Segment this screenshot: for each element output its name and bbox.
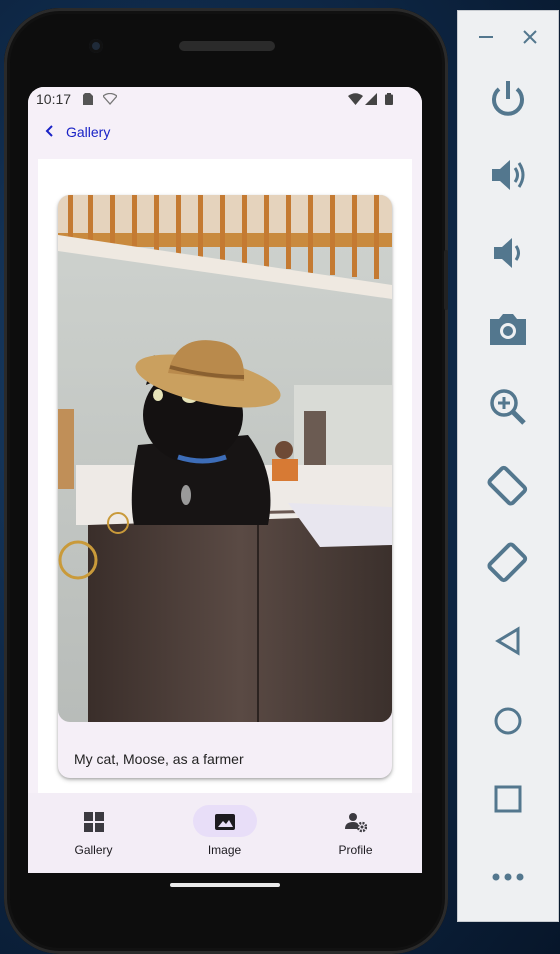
back-button[interactable] — [484, 617, 532, 665]
status-bar: 10:17 — [28, 87, 422, 111]
image-icon — [215, 814, 235, 830]
power-icon — [492, 81, 524, 116]
zoom-in-icon — [490, 389, 526, 425]
rotate-left-icon — [487, 465, 528, 506]
nav-item-image[interactable]: Image — [159, 793, 290, 873]
nav-item-gallery[interactable]: Gallery — [28, 793, 159, 873]
image-caption: My cat, Moose, as a farmer — [74, 751, 244, 767]
back-to-gallery-link[interactable]: Gallery — [66, 124, 110, 140]
nav-label-profile: Profile — [338, 843, 373, 857]
zoom-button[interactable] — [484, 383, 532, 431]
earpiece-speaker — [179, 41, 275, 51]
status-time: 10:17 — [36, 91, 72, 107]
nav-label-image: Image — [207, 843, 242, 857]
home-icon — [494, 707, 522, 735]
gesture-handle[interactable] — [170, 883, 280, 887]
cell-signal-icon — [365, 93, 377, 105]
close-icon[interactable] — [520, 27, 540, 47]
phone-side-button — [444, 250, 448, 310]
emulator-control-panel — [457, 10, 559, 922]
volume-down-button[interactable] — [484, 229, 532, 277]
battery-icon — [385, 93, 393, 105]
minimize-icon[interactable] — [476, 27, 496, 47]
person-settings-icon — [345, 813, 367, 833]
power-button[interactable] — [484, 75, 532, 123]
cat-photo[interactable] — [58, 195, 392, 722]
overview-icon — [494, 785, 522, 813]
rotate-left-button[interactable] — [484, 461, 532, 509]
nav-label-gallery: Gallery — [74, 843, 113, 857]
grid-icon — [84, 812, 104, 832]
nav-item-profile[interactable]: Profile — [290, 793, 421, 873]
rotate-right-icon — [487, 542, 528, 583]
bottom-navigation: Gallery Image Profile — [28, 793, 422, 873]
chevron-left-icon[interactable] — [42, 123, 58, 139]
volume-up-button[interactable] — [484, 151, 532, 199]
home-button[interactable] — [484, 697, 532, 745]
rotate-right-button[interactable] — [484, 539, 532, 587]
more-icon — [492, 873, 524, 881]
top-app-bar: Gallery — [28, 111, 422, 155]
front-camera — [89, 39, 103, 53]
more-button[interactable] — [484, 853, 532, 901]
volume-up-icon — [492, 160, 525, 190]
screenshot-button[interactable] — [484, 305, 532, 353]
back-icon — [495, 626, 520, 656]
volume-down-icon — [494, 238, 520, 268]
sim-card-icon — [83, 93, 93, 105]
wifi-off-icon — [103, 93, 117, 105]
camera-icon — [490, 314, 526, 345]
overview-button[interactable] — [484, 775, 532, 823]
wifi-icon — [348, 93, 363, 105]
